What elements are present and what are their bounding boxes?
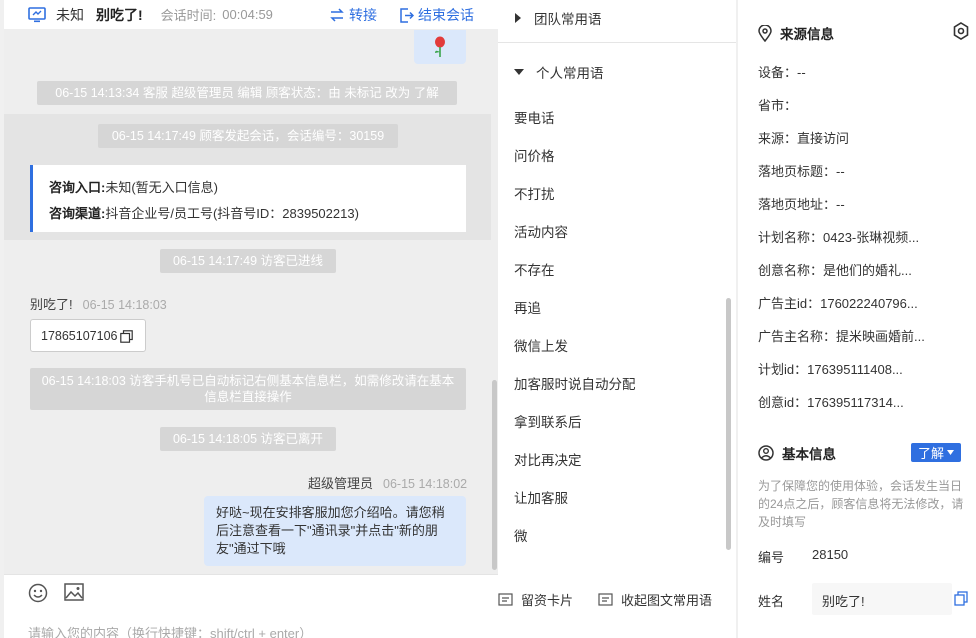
rose-icon xyxy=(435,36,445,57)
lead-card-button[interactable]: 留资卡片 xyxy=(498,590,573,609)
customer-status-label: 了解 xyxy=(917,446,944,461)
transfer-label: 转接 xyxy=(349,7,377,23)
end-session-label: 结束会话 xyxy=(418,7,474,23)
copy-icon[interactable] xyxy=(120,330,133,343)
chat-panel: 未知 别吃了! 会话时间: 00:04:59 转接 结束会话 06-15 14:… xyxy=(4,0,498,638)
session-duration: 00:04:59 xyxy=(222,7,273,22)
copy-icon[interactable] xyxy=(954,591,968,606)
team-phrases-group[interactable]: 团队常用语 xyxy=(514,8,602,28)
entry-value: 未知(暂无入口信息) xyxy=(105,180,219,195)
phrase-item[interactable]: 活动内容 xyxy=(514,221,568,241)
agent-message-header: 超级管理员 06-15 14:18:02 xyxy=(308,473,467,492)
visitor-info-sidebar: 来源信息 设备：-- 省市： 来源：直接访问 落地页标题：-- 落地页地址：--… xyxy=(738,0,976,638)
collapse-phrases-label: 收起图文常用语 xyxy=(621,593,713,608)
exit-icon xyxy=(400,7,414,23)
name-field[interactable]: 别吃了! xyxy=(812,583,952,615)
phrase-item[interactable]: 加客服时说自动分配 xyxy=(514,373,636,393)
collapse-phrases-button[interactable]: 收起图文常用语 xyxy=(598,590,712,609)
visitor-message-time: 06-15 14:18:03 xyxy=(82,298,167,312)
origin-row: 来源：直接访问 xyxy=(758,131,850,146)
advertiser-id-row: 广告主id：176022240796... xyxy=(758,296,918,311)
landing-url-row: 落地页地址：-- xyxy=(758,197,845,212)
transfer-button[interactable]: 转接 xyxy=(329,5,377,25)
agent-message-time: 06-15 14:18:02 xyxy=(383,477,468,491)
user-circle-icon xyxy=(758,445,774,461)
landing-title-row: 落地页标题：-- xyxy=(758,164,845,179)
system-message: 06-15 14:18:03 访客手机号已自动标记右侧基本信息栏，如需修改请在基… xyxy=(30,368,466,410)
message-input[interactable]: 请输入您的内容（换行快捷键：shift/ctrl + enter） xyxy=(28,623,312,638)
basic-info-title: 基本信息 xyxy=(758,443,836,463)
phrase-item[interactable]: 让加客服 xyxy=(514,487,568,507)
system-message: 06-15 14:18:05 访客已离开 xyxy=(160,427,336,451)
visitor-message-header: 别吃了! 06-15 14:18:03 xyxy=(30,294,167,313)
image-icon[interactable] xyxy=(64,583,84,604)
phrases-scrollbar[interactable] xyxy=(726,298,731,550)
caret-right-icon xyxy=(515,13,521,23)
agent-message-bubble: 好哒~现在安排客服加您介绍哈。请您稍后注意查看一下"通讯录"并点击"新的朋友"通… xyxy=(204,496,466,566)
caret-down-icon xyxy=(947,450,954,455)
phrase-item[interactable]: 不存在 xyxy=(514,259,555,279)
swap-icon xyxy=(330,8,344,22)
plan-id-row: 计划id：176395111408... xyxy=(758,362,903,377)
customer-status-dropdown[interactable]: 了解 xyxy=(911,443,961,462)
monitor-icon xyxy=(28,6,46,23)
source-info-title: 来源信息 xyxy=(758,23,834,43)
chat-scrollbar[interactable] xyxy=(492,380,497,570)
phrase-item[interactable]: 对比再决定 xyxy=(514,449,582,469)
chat-input-area: 请输入您的内容（换行快捷键：shift/ctrl + enter） xyxy=(4,574,498,638)
system-message: 06-15 14:17:49 顾客发起会话，会话编号：30159 xyxy=(98,124,398,148)
province-row: 省市： xyxy=(758,98,798,113)
advertiser-name-row: 广告主名称：提米映画婚前... xyxy=(758,329,925,344)
agent-message-name: 超级管理员 xyxy=(308,476,374,491)
edit-notice: 为了保障您的使用体验，会话发生当日的24点之后，顾客信息将无法修改，请及时填写 xyxy=(758,479,964,529)
caret-down-icon xyxy=(514,69,524,75)
card-icon xyxy=(498,593,513,606)
channel-label: 咨询渠道: xyxy=(49,206,106,221)
chat-messages[interactable]: 06-15 14:13:34 客服 超级管理员 编辑 顾客状态：由 未标记 改为… xyxy=(4,30,498,574)
location-pin-icon xyxy=(758,24,772,42)
phone-message: 17865107106 xyxy=(30,319,146,352)
common-phrases-panel: 团队常用语 个人常用语 要电话 问价格 不打扰 活动内容 不存在 再追 微信上发… xyxy=(498,0,736,638)
number-value: 28150 xyxy=(812,547,849,562)
plan-name-row: 计划名称：0423-张琳视频... xyxy=(758,230,920,245)
lead-card-label: 留资卡片 xyxy=(521,593,574,608)
team-phrases-label: 团队常用语 xyxy=(534,12,602,27)
name-label: 姓名 xyxy=(758,594,785,609)
phrase-item[interactable]: 微信上发 xyxy=(514,335,568,355)
end-session-button[interactable]: 结束会话 xyxy=(399,5,474,25)
phrase-item[interactable]: 问价格 xyxy=(514,145,555,165)
rose-sticker xyxy=(414,30,466,64)
phrase-item[interactable]: 再追 xyxy=(514,297,541,317)
collapse-icon xyxy=(598,593,613,606)
phone-number: 17865107106 xyxy=(41,329,118,343)
chat-header: 未知 别吃了! 会话时间: 00:04:59 转接 结束会话 xyxy=(4,0,498,30)
number-label: 编号 xyxy=(758,550,785,565)
phrase-item[interactable]: 微 xyxy=(514,525,528,545)
session-duration-label: 会话时间: xyxy=(160,8,217,23)
personal-phrases-group[interactable]: 个人常用语 xyxy=(514,62,604,82)
visitor-source: 未知 xyxy=(56,6,84,23)
settings-icon[interactable] xyxy=(952,22,970,40)
phrase-item[interactable]: 不打扰 xyxy=(514,183,555,203)
visitor-name: 别吃了! xyxy=(96,6,143,23)
smile-icon[interactable] xyxy=(28,583,48,606)
entry-label: 咨询入口: xyxy=(49,180,106,195)
personal-phrases-label: 个人常用语 xyxy=(536,66,604,81)
device-row: 设备：-- xyxy=(758,65,806,80)
divider xyxy=(498,42,736,43)
system-message: 06-15 14:13:34 客服 超级管理员 编辑 顾客状态：由 未标记 改为… xyxy=(37,81,457,105)
creative-id-row: 创意id：176395117314... xyxy=(758,395,904,410)
visitor-message-name: 别吃了! xyxy=(30,297,73,312)
consult-info-card: 咨询入口:未知(暂无入口信息) 咨询渠道:抖音企业号/员工号(抖音号ID：283… xyxy=(30,165,466,232)
phrase-item[interactable]: 拿到联系后 xyxy=(514,411,582,431)
channel-value: 抖音企业号/员工号(抖音号ID：2839502213) xyxy=(105,206,359,221)
phrase-item[interactable]: 要电话 xyxy=(514,107,555,127)
creative-name-row: 创意名称：是他们的婚礼... xyxy=(758,263,912,278)
system-message: 06-15 14:17:49 访客已进线 xyxy=(160,249,336,273)
